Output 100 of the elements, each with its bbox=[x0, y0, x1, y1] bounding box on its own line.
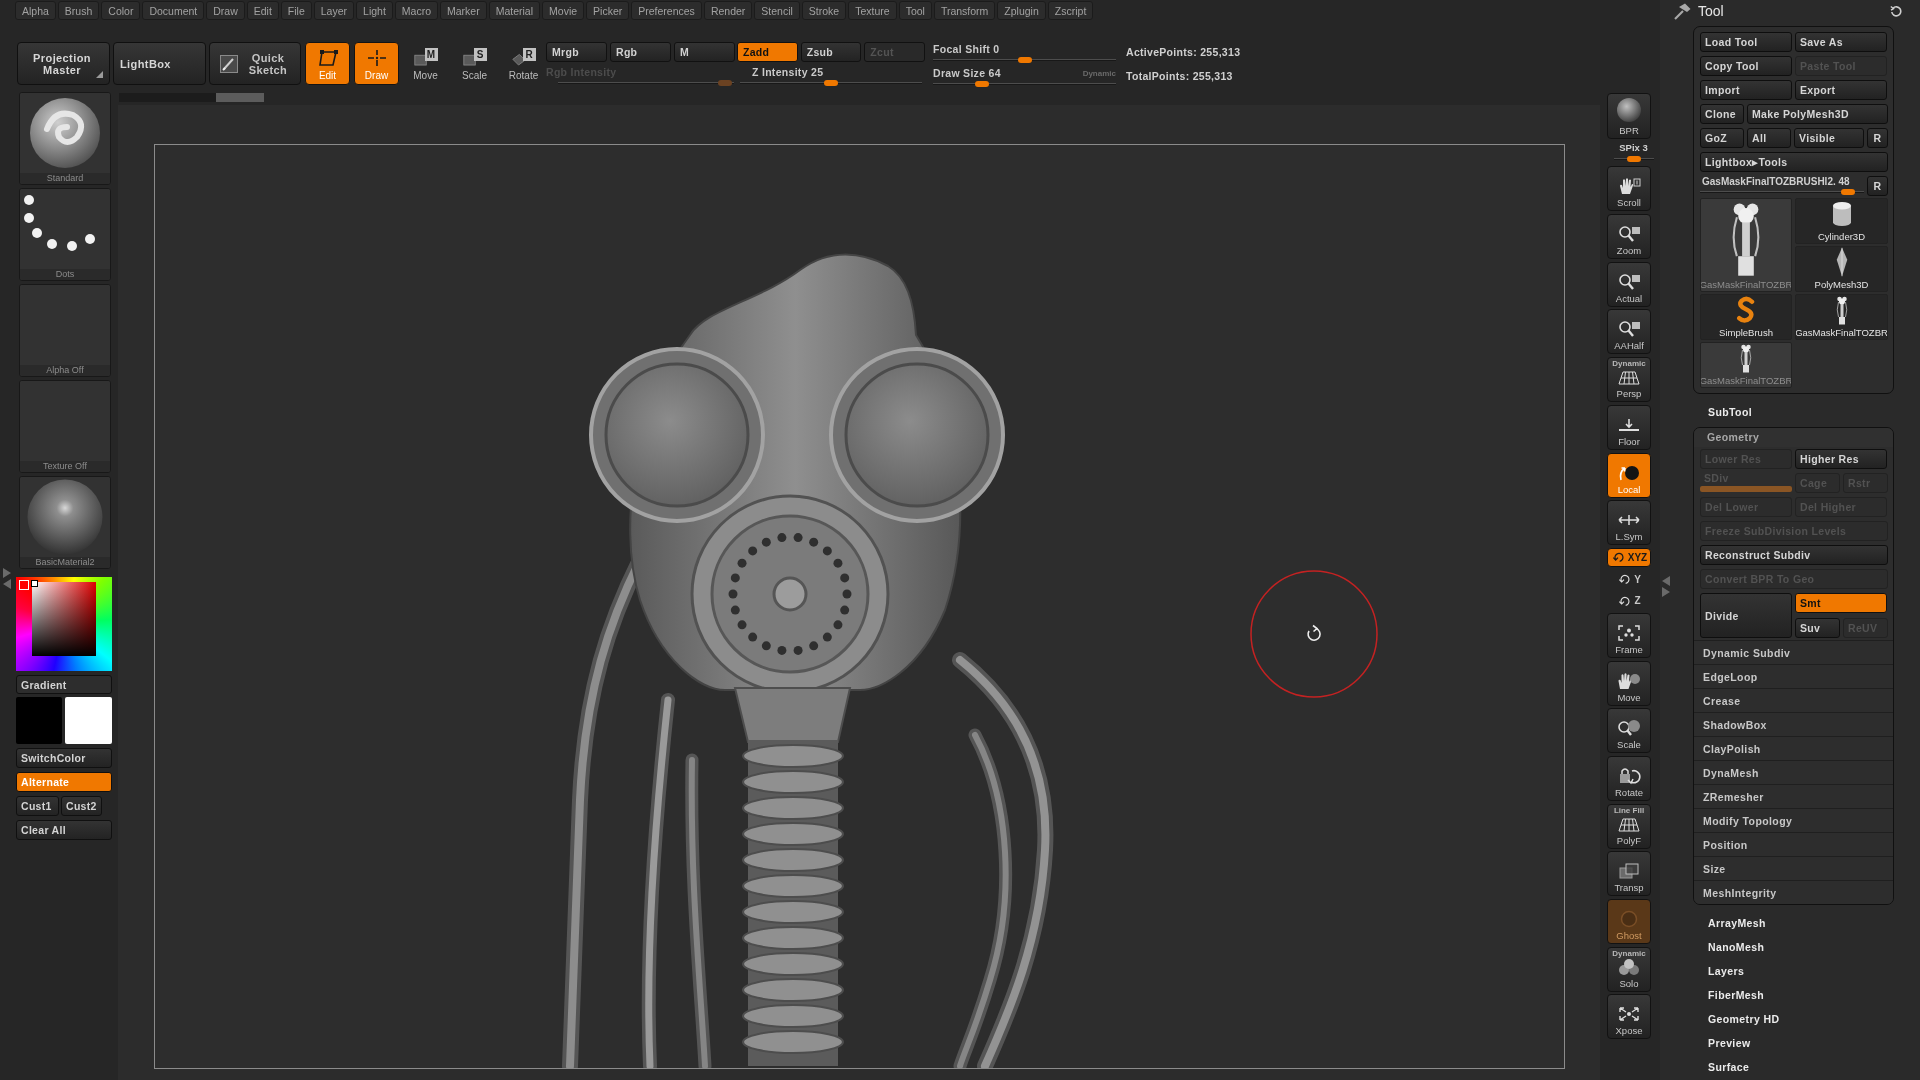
palette-header[interactable]: Preview bbox=[1693, 1031, 1894, 1055]
divide-option-button[interactable]: Smt bbox=[1795, 593, 1887, 613]
palette-header[interactable]: SubTool bbox=[1693, 403, 1894, 422]
transp-button[interactable]: Transp bbox=[1607, 851, 1651, 897]
gradient-button[interactable]: Gradient bbox=[16, 675, 112, 694]
xpose-button[interactable]: Xpose bbox=[1607, 994, 1651, 1040]
custom-color-button[interactable]: Cust1 bbox=[16, 796, 59, 816]
menu-item[interactable]: Marker bbox=[440, 1, 487, 20]
subpalette-header[interactable]: MeshIntegrity bbox=[1694, 880, 1893, 904]
color-picker[interactable] bbox=[16, 577, 112, 671]
axis-button[interactable]: Y bbox=[1607, 569, 1651, 589]
document-frame[interactable] bbox=[154, 144, 1565, 1069]
floor-button[interactable]: Floor bbox=[1607, 404, 1651, 450]
tool-button[interactable]: Visible bbox=[1794, 128, 1864, 148]
tool-tile[interactable]: GasMaskFinalTOZBR bbox=[1795, 294, 1888, 340]
bpr-button[interactable]: BPR bbox=[1607, 93, 1651, 139]
menu-item[interactable]: Zplugin bbox=[997, 1, 1046, 20]
color-swatch[interactable] bbox=[16, 697, 62, 744]
tool-button[interactable]: Save As bbox=[1795, 32, 1887, 52]
palette-header[interactable]: NanoMesh bbox=[1693, 935, 1894, 959]
reset-icon[interactable] bbox=[1890, 5, 1902, 17]
brush-button[interactable]: Standard bbox=[19, 92, 111, 185]
menu-item[interactable]: Draw bbox=[206, 1, 245, 20]
tool-button[interactable]: Make PolyMesh3D bbox=[1747, 104, 1888, 124]
menu-item[interactable]: Zscript bbox=[1047, 1, 1094, 20]
menu-item[interactable]: Picker bbox=[586, 1, 630, 20]
tool-button[interactable]: Load Tool bbox=[1700, 32, 1792, 52]
menu-item[interactable]: Transform bbox=[933, 1, 996, 20]
palette-header[interactable]: Surface bbox=[1693, 1055, 1894, 1079]
tool-button[interactable]: Copy Tool bbox=[1700, 56, 1792, 76]
material-button[interactable]: BasicMaterial2 bbox=[19, 476, 111, 569]
tool-slider[interactable] bbox=[1700, 189, 1864, 195]
menu-item[interactable]: Color bbox=[101, 1, 141, 20]
xyz-button[interactable]: XYZ bbox=[1607, 547, 1651, 567]
picker-handle-icon[interactable] bbox=[31, 580, 38, 587]
switch-color-button[interactable]: SwitchColor bbox=[16, 748, 112, 768]
clear-all-button[interactable]: Clear All bbox=[16, 820, 112, 840]
quick-sketch-button[interactable]: Quick Sketch bbox=[209, 42, 301, 85]
slider-thumb[interactable] bbox=[1017, 57, 1032, 63]
collapse-arrows-icon[interactable] bbox=[1662, 574, 1670, 598]
tool-button[interactable]: Lightbox▸Tools bbox=[1700, 152, 1888, 172]
frame-button[interactable]: Frame bbox=[1607, 612, 1651, 658]
color-mode-button[interactable]: Mrgb bbox=[546, 42, 607, 62]
divide-option-button[interactable]: Suv bbox=[1795, 617, 1840, 638]
custom-color-button[interactable]: Cust2 bbox=[61, 796, 102, 816]
polyf-button[interactable]: Line Fill PolyF bbox=[1607, 803, 1651, 849]
menu-item[interactable]: Light bbox=[356, 1, 393, 20]
sculpt-mode-button[interactable]: Zadd bbox=[737, 42, 798, 62]
slider-thumb[interactable] bbox=[975, 81, 990, 87]
tool-button[interactable]: Export bbox=[1795, 80, 1887, 100]
tool-button[interactable]: Import bbox=[1700, 80, 1792, 100]
tool-tile[interactable]: SimpleBrush bbox=[1700, 294, 1792, 340]
palette-header[interactable]: Geometry HD bbox=[1693, 1007, 1894, 1031]
actual-button[interactable]: Actual bbox=[1607, 261, 1651, 307]
rotate-button[interactable]: R Rotate bbox=[501, 42, 546, 85]
menu-item[interactable]: File bbox=[280, 1, 312, 20]
menu-item[interactable]: Alpha bbox=[15, 1, 56, 20]
menu-item[interactable]: Stencil bbox=[754, 1, 800, 20]
solo-button[interactable]: Dynamic Solo bbox=[1607, 946, 1651, 992]
tool-button[interactable]: All bbox=[1747, 128, 1791, 148]
tool-button[interactable]: R bbox=[1867, 128, 1888, 148]
lsym-button[interactable]: L.Sym bbox=[1607, 500, 1651, 546]
tool-button[interactable]: GoZ bbox=[1700, 128, 1744, 148]
color-mode-button[interactable]: M bbox=[674, 42, 735, 62]
menu-item[interactable]: Macro bbox=[394, 1, 438, 20]
menu-item[interactable]: Edit bbox=[246, 1, 279, 20]
menu-item[interactable]: Material bbox=[488, 1, 541, 20]
zoom-button[interactable]: Zoom bbox=[1607, 214, 1651, 260]
scale-button[interactable]: Scale bbox=[1607, 708, 1651, 754]
color-swatch[interactable] bbox=[65, 697, 112, 744]
tool-button[interactable]: Clone bbox=[1700, 104, 1744, 124]
palette-header[interactable]: FiberMesh bbox=[1693, 983, 1894, 1007]
menu-item[interactable]: Document bbox=[142, 1, 205, 20]
menu-item[interactable]: Layer bbox=[313, 1, 355, 20]
palette-header[interactable]: ArrayMesh bbox=[1693, 911, 1894, 935]
scale-button[interactable]: S Scale bbox=[452, 42, 497, 85]
slider-thumb[interactable] bbox=[1840, 189, 1855, 195]
rotate-button[interactable]: Rotate bbox=[1607, 756, 1651, 801]
sculpt-mode-button[interactable]: Zsub bbox=[800, 42, 862, 62]
geometry-button[interactable]: Reconstruct Subdiv bbox=[1700, 545, 1888, 565]
menu-item[interactable]: Tool bbox=[898, 1, 932, 20]
move-button[interactable]: Move bbox=[1607, 660, 1651, 706]
slider-thumb[interactable] bbox=[824, 80, 838, 86]
alpha-button[interactable]: Alpha Off bbox=[19, 284, 111, 377]
tool-tile[interactable]: Cylinder3D bbox=[1795, 198, 1888, 244]
color-mode-button[interactable]: Rgb bbox=[610, 42, 671, 62]
menu-item[interactable]: Render bbox=[703, 1, 753, 20]
slider-thumb[interactable] bbox=[1626, 155, 1641, 162]
persp-button[interactable]: Dynamic Persp bbox=[1607, 357, 1651, 403]
scroll-button[interactable]: Scroll bbox=[1607, 166, 1651, 212]
axis-button[interactable]: Z bbox=[1607, 591, 1651, 611]
reset-button[interactable]: R bbox=[1867, 176, 1888, 196]
geometry-button[interactable]: Higher Res bbox=[1795, 449, 1887, 469]
texture-button[interactable]: Texture Off bbox=[19, 380, 111, 473]
menu-item[interactable]: Movie bbox=[542, 1, 585, 20]
lightbox-button[interactable]: LightBox bbox=[113, 42, 206, 85]
scrollbar[interactable] bbox=[119, 93, 264, 102]
move-button[interactable]: M Move bbox=[403, 42, 448, 85]
menu-item[interactable]: Texture bbox=[848, 1, 897, 20]
palette-header[interactable]: Layers bbox=[1693, 959, 1894, 983]
